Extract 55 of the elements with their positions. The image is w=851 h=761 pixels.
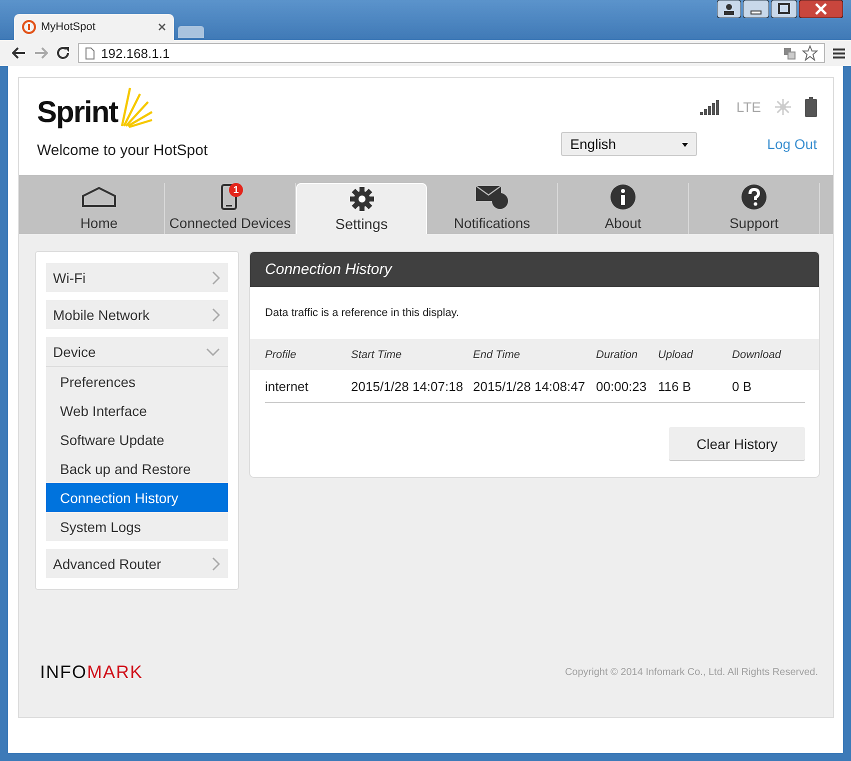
clear-history-button[interactable]: Clear History xyxy=(669,427,805,461)
gear-icon xyxy=(348,186,374,212)
help-icon xyxy=(741,184,767,210)
user-icon[interactable] xyxy=(717,0,741,18)
menu-section[interactable]: Device xyxy=(46,337,228,367)
maximize-icon[interactable] xyxy=(771,0,797,18)
infomark-logo: INFOMARK xyxy=(40,662,144,683)
hotspot-logo-icon xyxy=(22,20,36,34)
envelope-icon xyxy=(475,184,509,210)
close-icon[interactable] xyxy=(799,0,843,18)
table-cell: 2015/1/28 14:07:18 xyxy=(351,370,474,403)
table-cell: internet xyxy=(265,370,352,403)
menu-item[interactable]: Software Update xyxy=(46,425,228,454)
note-text: Data traffic is a reference in this display. xyxy=(264,306,460,321)
sun-icon xyxy=(775,99,791,115)
nav-tab[interactable]: Support xyxy=(689,183,820,234)
menu-section[interactable]: Wi-Fi xyxy=(46,263,228,292)
panel-title: Connection History xyxy=(250,252,819,287)
welcome-text: Welcome to your HotSpot xyxy=(37,142,209,159)
reload-icon[interactable] xyxy=(56,46,70,60)
back-icon[interactable] xyxy=(12,47,26,59)
dropdown-icon xyxy=(682,143,688,147)
fan-logo-icon xyxy=(120,86,154,130)
minimize-icon[interactable] xyxy=(743,0,769,18)
table-cell: 00:00:23 xyxy=(596,370,658,403)
battery-icon xyxy=(805,97,817,117)
sprint-logo: Sprint xyxy=(37,96,118,130)
translate-icon[interactable] xyxy=(783,46,796,60)
close-icon[interactable] xyxy=(158,23,166,31)
phone-icon xyxy=(221,184,239,210)
network-type: LTE xyxy=(736,99,761,115)
info-icon xyxy=(610,184,636,210)
copyright-text: Copyright © 2014 Infomark Co., Ltd. All Rights Reserved. xyxy=(564,667,818,678)
table-cell: 0 B xyxy=(732,370,805,403)
menu-item[interactable]: Back up and Restore xyxy=(46,454,228,483)
menu-item[interactable]: Preferences xyxy=(46,367,228,396)
address-field[interactable]: 192.168.1.1 xyxy=(78,43,825,63)
home-icon xyxy=(81,186,117,208)
menu-item[interactable]: Web Interface xyxy=(46,396,228,425)
browser-tab[interactable]: MyHotSpot xyxy=(14,14,174,40)
nav-tab[interactable]: Notifications xyxy=(427,183,558,234)
table-cell: 2015/1/28 14:08:47 xyxy=(473,370,596,403)
table-cell: 116 B xyxy=(658,370,732,403)
language-select[interactable]: English xyxy=(561,132,698,156)
nav-tab[interactable]: Home xyxy=(34,183,165,234)
nav-tab[interactable]: About xyxy=(558,183,689,234)
menu-icon[interactable] xyxy=(833,48,845,58)
menu-section[interactable]: Advanced Router xyxy=(46,549,228,578)
menu-item[interactable]: System Logs xyxy=(46,512,228,541)
star-icon[interactable] xyxy=(802,45,818,61)
menu-item[interactable]: Connection History xyxy=(46,483,228,512)
menu-section[interactable]: Mobile Network xyxy=(46,300,228,329)
page-icon xyxy=(85,46,95,60)
notification-badge: 1 xyxy=(229,183,243,197)
nav-tab[interactable]: Settings xyxy=(296,183,427,234)
